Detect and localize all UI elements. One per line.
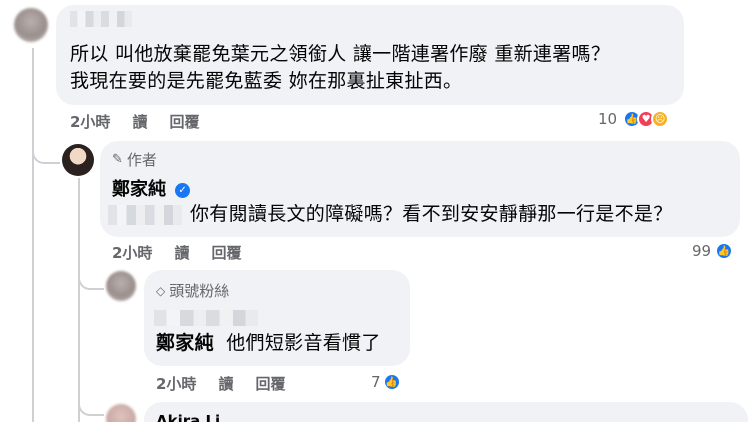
timestamp[interactable]: 2小時 [70,111,110,132]
thread-connector-1 [32,146,60,164]
mention-tag[interactable] [108,204,182,225]
commenter-name[interactable] [154,310,258,330]
comment-text: 你有閱讀長文的障礙嗎？看不到安安靜靜那一行是不是？ [108,201,673,228]
like-icon: 👍 [715,242,734,260]
author-avatar[interactable] [62,144,94,176]
reaction-count: 99 [692,242,712,260]
reply-button[interactable]: 回覆 [169,111,199,132]
mention-link[interactable]: 鄭家純 [156,332,214,354]
timestamp[interactable]: 2小時 [112,242,152,263]
commenter-name[interactable] [70,11,132,31]
author-badge-label: 作者 [126,151,157,169]
comment-text-line: 所以 叫他放棄罷免葉元之領銜人 讓一階連署作廢 重新連署嗎？ [70,43,611,65]
commenter-name[interactable]: 鄭家純 [112,179,166,200]
read-button[interactable]: 讀 [218,373,233,394]
thread-line-main [32,48,34,422]
timestamp[interactable]: 2小時 [156,373,196,394]
read-button[interactable]: 讀 [174,242,189,263]
reply-button[interactable]: 回覆 [255,373,285,394]
commenter-name-row: 鄭家純 ✓ [112,175,191,201]
reaction-summary[interactable]: 10 👍 ♥ ☹ [598,110,670,128]
commenter-name[interactable]: Akira Li [156,412,220,422]
reply-button[interactable]: 回覆 [211,242,241,263]
read-button[interactable]: 讀 [132,111,147,132]
reaction-summary[interactable]: 99 👍 [692,242,734,260]
comment-bubble: Akira Li [144,402,748,422]
avatar[interactable] [106,271,136,301]
thread-line-reply [78,178,80,422]
reaction-summary[interactable]: 7 👍 [371,373,401,391]
diamond-icon: ◇ [156,283,166,298]
comment-actions: 2小時 讀 回覆 [70,111,199,132]
avatar[interactable] [106,404,136,422]
thread-connector-2 [78,272,104,290]
comment-actions: 2小時 讀 回覆 [156,373,285,394]
comment-text-line: 我現在要的是先罷免藍委 妳在那裏扯東扯西。 [70,70,463,92]
reaction-count: 7 [371,373,381,391]
comment-text-body: 你有閱讀長文的障礙嗎？看不到安安靜靜那一行是不是？ [190,203,673,225]
author-badge: ✎ 作者 [112,149,157,170]
thread-connector-3 [78,398,104,416]
comment-bubble: ◇ 頭號粉絲 鄭家純 他們短影音看慣了 [144,270,410,366]
comment-text: 鄭家純 他們短影音看慣了 [156,330,381,357]
top-fan-label: 頭號粉絲 [169,282,230,300]
sad-icon: ☹ [651,110,670,128]
top-fan-badge: ◇ 頭號粉絲 [156,280,229,301]
verified-icon: ✓ [175,183,191,198]
pencil-icon: ✎ [112,152,123,167]
comment-actions: 2小時 讀 回覆 [112,242,241,263]
like-icon: 👍 [382,373,401,391]
avatar[interactable] [14,8,48,42]
comment-bubble: 所以 叫他放棄罷免葉元之領銜人 讓一階連署作廢 重新連署嗎？ 我現在要的是先罷免… [56,5,684,105]
reaction-count: 10 [598,110,618,128]
comment-bubble: ✎ 作者 鄭家純 ✓ 你有閱讀長文的障礙嗎？看不到安安靜靜那一行是不是？ [100,141,740,237]
comment-text: 所以 叫他放棄罷免葉元之領銜人 讓一階連署作廢 重新連署嗎？ 我現在要的是先罷免… [70,41,610,95]
comment-text-body: 他們短影音看慣了 [226,332,381,354]
